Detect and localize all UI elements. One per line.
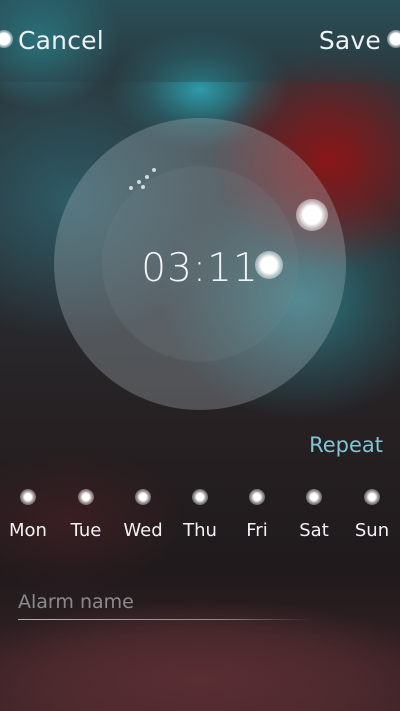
day-toggle-wed[interactable]: [135, 489, 151, 505]
day-toggle-mon[interactable]: [20, 489, 36, 505]
minute-handle[interactable]: [255, 251, 283, 279]
day-toggle-sun[interactable]: [364, 489, 380, 505]
day-label-mon[interactable]: Mon: [0, 520, 56, 541]
alarm-name-input[interactable]: [18, 585, 310, 619]
day-label-sun[interactable]: Sun: [344, 520, 400, 541]
day-label-fri[interactable]: Fri: [229, 520, 285, 541]
time-display: 03:11: [141, 246, 259, 291]
save-indicator-dot: [387, 30, 400, 48]
cancel-button[interactable]: Cancel: [18, 26, 104, 55]
dial-sparkle: [145, 175, 149, 179]
day-toggle-sat[interactable]: [306, 489, 322, 505]
dial-sparkle: [137, 180, 141, 184]
day-toggle-fri[interactable]: [249, 489, 265, 505]
dial-sparkle: [129, 186, 133, 190]
day-toggle-thu[interactable]: [192, 489, 208, 505]
repeat-label: Repeat: [309, 433, 383, 457]
dial-sparkle: [141, 185, 145, 189]
day-label-thu[interactable]: Thu: [172, 520, 228, 541]
day-label-tue[interactable]: Tue: [58, 520, 114, 541]
dial-sparkle: [152, 168, 156, 172]
save-button[interactable]: Save: [319, 26, 381, 55]
hour-handle[interactable]: [296, 199, 328, 231]
alarm-name-underline: [18, 619, 310, 620]
day-label-sat[interactable]: Sat: [286, 520, 342, 541]
day-label-wed[interactable]: Wed: [115, 520, 171, 541]
day-toggle-tue[interactable]: [78, 489, 94, 505]
